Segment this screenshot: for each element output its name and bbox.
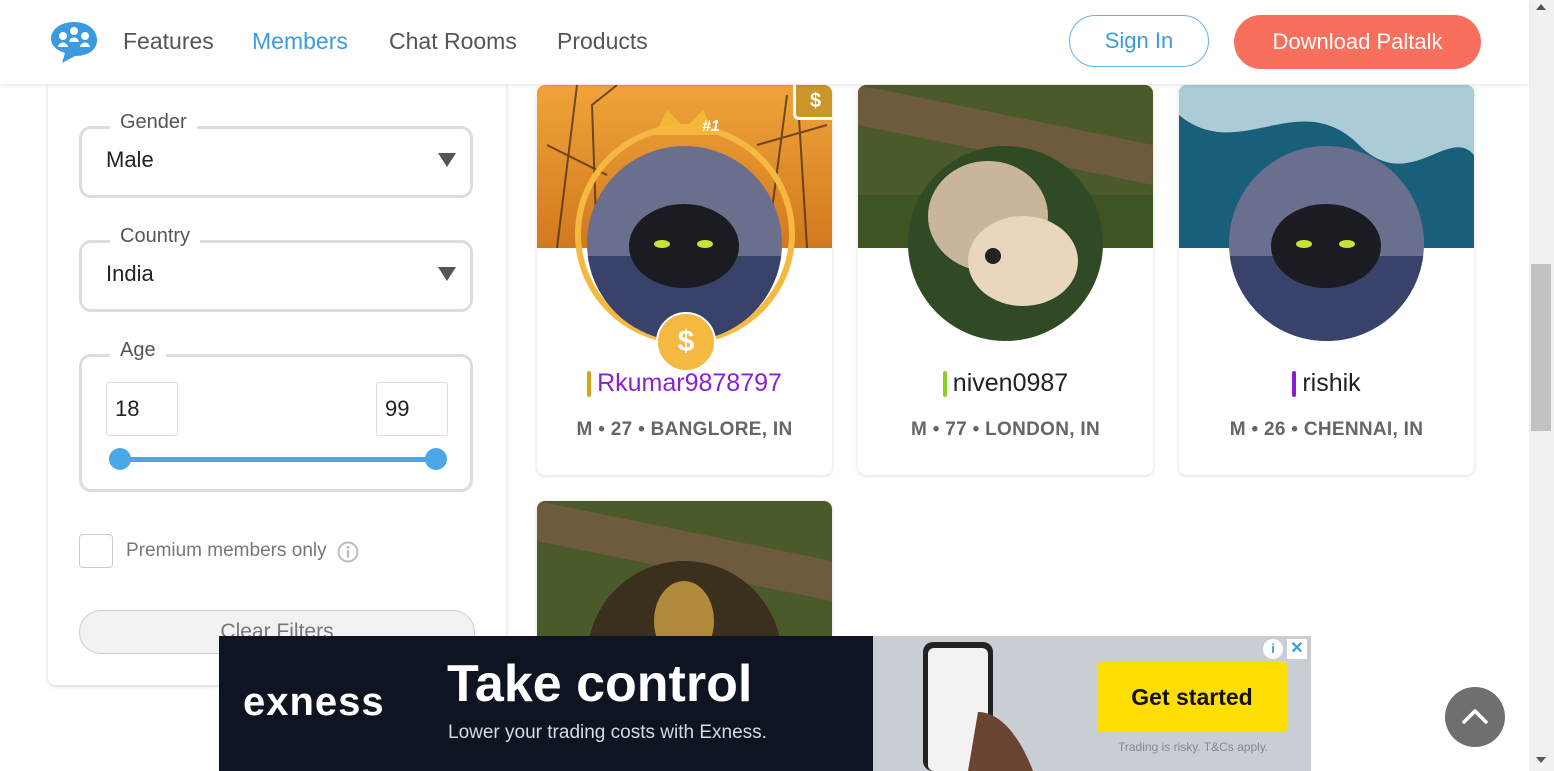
scroll-to-top-button[interactable] bbox=[1445, 687, 1505, 747]
paltalk-logo-icon[interactable] bbox=[50, 20, 98, 64]
member-meta: M • 26 • CHENNAI, IN bbox=[1229, 419, 1424, 440]
scrollbar-thumb[interactable] bbox=[1531, 264, 1551, 431]
gender-select[interactable]: Gender Male bbox=[79, 111, 473, 198]
sign-in-button[interactable]: Sign In bbox=[1069, 15, 1209, 67]
chevron-down-icon bbox=[438, 153, 456, 167]
ad-disclaimer: Trading is risky. T&Cs apply. bbox=[1118, 740, 1269, 754]
nav-products[interactable]: Products bbox=[557, 28, 648, 55]
rank-label: #1 bbox=[702, 118, 720, 135]
ad-close-icon[interactable]: ✕ bbox=[1287, 639, 1307, 659]
country-select[interactable]: Country India bbox=[79, 225, 473, 312]
member-card[interactable]: niven0987 M • 77 • LONDON, IN bbox=[858, 85, 1153, 475]
page-scrollbar[interactable] bbox=[1529, 0, 1554, 771]
premium-only-label: Premium members only bbox=[126, 540, 327, 561]
status-bar bbox=[587, 370, 592, 397]
avatar-image bbox=[908, 146, 1103, 341]
phone-image bbox=[923, 642, 1033, 771]
chevron-up-icon bbox=[1462, 709, 1488, 724]
premium-dollar-badge: $ bbox=[793, 85, 832, 120]
member-name-text: rishik bbox=[1302, 369, 1361, 397]
member-meta: M • 77 • LONDON, IN bbox=[911, 419, 1100, 440]
member-card[interactable]: #1 $ $ Rkumar9878797 M • 27 • BANGLORE, … bbox=[537, 85, 832, 475]
premium-coin-icon: $ bbox=[656, 312, 716, 372]
age-legend: Age bbox=[110, 339, 166, 362]
ad-brand-logo: exness bbox=[243, 680, 385, 724]
country-value: India bbox=[106, 261, 154, 286]
member-meta: M • 27 • BANGLORE, IN bbox=[576, 419, 793, 440]
avatar bbox=[908, 146, 1103, 341]
ad-subtitle: Lower your trading costs with Exness. bbox=[448, 722, 767, 743]
info-icon[interactable] bbox=[337, 541, 359, 563]
status-bar bbox=[942, 370, 947, 397]
member-name-text: niven0987 bbox=[952, 369, 1069, 397]
nav-chat-rooms[interactable]: Chat Rooms bbox=[389, 28, 517, 55]
member-name[interactable]: rishik bbox=[1179, 369, 1474, 398]
gender-value: Male bbox=[106, 147, 154, 172]
chevron-down-icon bbox=[438, 267, 456, 281]
site-header: Features Members Chat Rooms Products Sig… bbox=[0, 0, 1529, 84]
ad-info-icon[interactable]: i bbox=[1263, 639, 1283, 659]
avatar-image bbox=[1229, 146, 1424, 341]
scroll-up-arrow-icon[interactable] bbox=[1536, 4, 1546, 10]
gender-legend: Gender bbox=[110, 111, 197, 134]
status-bar bbox=[1292, 370, 1297, 397]
premium-only-checkbox[interactable] bbox=[79, 534, 113, 568]
member-name[interactable]: niven0987 bbox=[858, 369, 1153, 398]
filter-sidebar: Gender Male Country India Age 18 99 Prem… bbox=[48, 84, 506, 685]
age-min-input[interactable]: 18 bbox=[106, 382, 178, 436]
download-paltalk-button[interactable]: Download Paltalk bbox=[1234, 15, 1481, 69]
country-legend: Country bbox=[110, 225, 201, 248]
age-slider-max-handle[interactable] bbox=[425, 448, 447, 470]
scroll-down-arrow-icon[interactable] bbox=[1536, 757, 1546, 763]
ad-title: Take control bbox=[447, 655, 753, 713]
nav-features[interactable]: Features bbox=[123, 28, 214, 55]
age-slider-min-handle[interactable] bbox=[109, 448, 131, 470]
ad-get-started-button[interactable]: Get started bbox=[1097, 662, 1287, 732]
avatar bbox=[1229, 146, 1424, 341]
age-max-input[interactable]: 99 bbox=[376, 382, 448, 436]
age-slider-track[interactable] bbox=[109, 448, 447, 470]
member-name-text: Rkumar9878797 bbox=[597, 369, 782, 397]
member-name[interactable]: Rkumar9878797 bbox=[537, 369, 832, 398]
nav-members[interactable]: Members bbox=[252, 28, 348, 55]
ad-banner[interactable]: exness Take control Lower your trading c… bbox=[219, 636, 1311, 771]
age-range: Age 18 99 bbox=[79, 339, 473, 492]
member-card[interactable]: rishik M • 26 • CHENNAI, IN bbox=[1179, 85, 1474, 475]
